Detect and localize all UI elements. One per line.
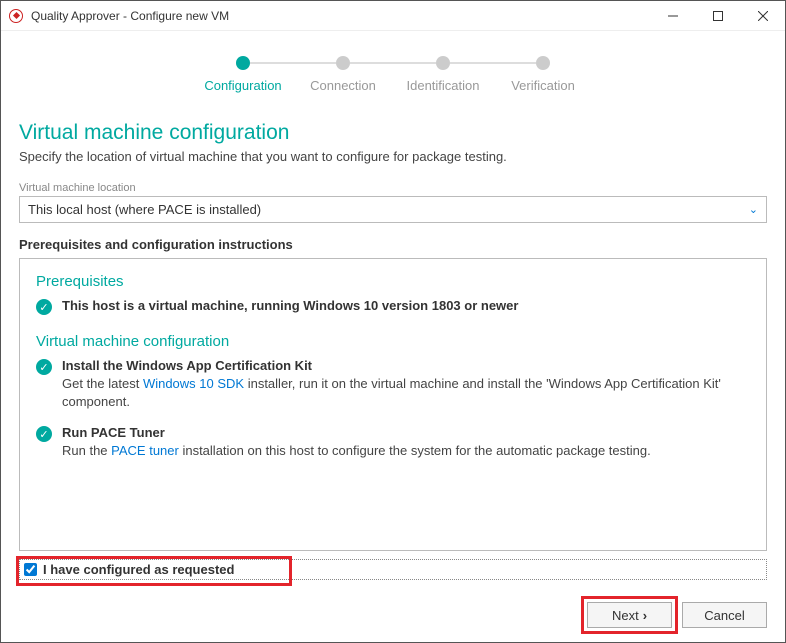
step-dot-icon <box>536 56 550 70</box>
vmconfig-item-desc: Get the latest Windows 10 SDK installer,… <box>62 375 750 411</box>
maximize-button[interactable] <box>695 1 740 30</box>
chevron-right-icon: › <box>643 608 647 623</box>
step-configuration[interactable]: Configuration <box>193 56 293 93</box>
minimize-button[interactable] <box>650 1 695 30</box>
vmconfig-item-desc: Run the PACE tuner installation on this … <box>62 442 750 460</box>
prereq-item: ✓ This host is a virtual machine, runnin… <box>36 298 750 315</box>
step-dot-icon <box>436 56 450 70</box>
vm-location-value: This local host (where PACE is installed… <box>28 202 261 217</box>
check-icon: ✓ <box>36 299 52 315</box>
wizard-stepper: Configuration Connection Identification … <box>1 31 785 103</box>
confirm-configured-label: I have configured as requested <box>43 562 234 577</box>
page-subheading: Specify the location of virtual machine … <box>19 149 767 164</box>
chevron-down-icon: ⌄ <box>749 203 758 216</box>
minimize-icon <box>668 11 678 21</box>
instructions-section-label: Prerequisites and configuration instruct… <box>19 237 767 252</box>
maximize-icon <box>713 11 723 21</box>
vmconfig-item-title: Run PACE Tuner <box>62 425 750 440</box>
step-dot-icon <box>336 56 350 70</box>
close-icon <box>758 11 768 21</box>
vmconfig-item-wack: ✓ Install the Windows App Certification … <box>36 358 750 411</box>
vmconfig-item-title: Install the Windows App Certification Ki… <box>62 358 750 373</box>
cancel-button[interactable]: Cancel <box>682 602 767 628</box>
step-dot-icon <box>236 56 250 70</box>
confirm-configured-row[interactable]: I have configured as requested <box>19 559 767 580</box>
next-button[interactable]: Next › <box>587 602 672 628</box>
instructions-panel: Prerequisites ✓ This host is a virtual m… <box>19 258 767 551</box>
vmconfig-heading: Virtual machine configuration <box>36 333 750 350</box>
wizard-body: Virtual machine configuration Specify th… <box>1 103 785 590</box>
close-button[interactable] <box>740 1 785 30</box>
windows-sdk-link[interactable]: Windows 10 SDK <box>143 376 244 391</box>
titlebar: Quality Approver - Configure new VM <box>1 1 785 31</box>
page-heading: Virtual machine configuration <box>19 121 767 145</box>
check-icon: ✓ <box>36 359 52 375</box>
vmconfig-item-tuner: ✓ Run PACE Tuner Run the PACE tuner inst… <box>36 425 750 460</box>
prereq-item-title: This host is a virtual machine, running … <box>62 298 750 313</box>
prerequisites-heading: Prerequisites <box>36 273 750 290</box>
check-icon: ✓ <box>36 426 52 442</box>
confirm-configured-checkbox[interactable] <box>24 563 37 576</box>
window: Quality Approver - Configure new VM Conf… <box>0 0 786 643</box>
vm-location-dropdown[interactable]: This local host (where PACE is installed… <box>19 196 767 223</box>
app-icon <box>9 9 23 23</box>
vm-location-label: Virtual machine location <box>19 182 767 194</box>
window-controls <box>650 1 785 30</box>
wizard-footer: Next › Cancel <box>1 590 785 642</box>
window-title: Quality Approver - Configure new VM <box>31 9 229 23</box>
pace-tuner-link[interactable]: PACE tuner <box>111 443 179 458</box>
